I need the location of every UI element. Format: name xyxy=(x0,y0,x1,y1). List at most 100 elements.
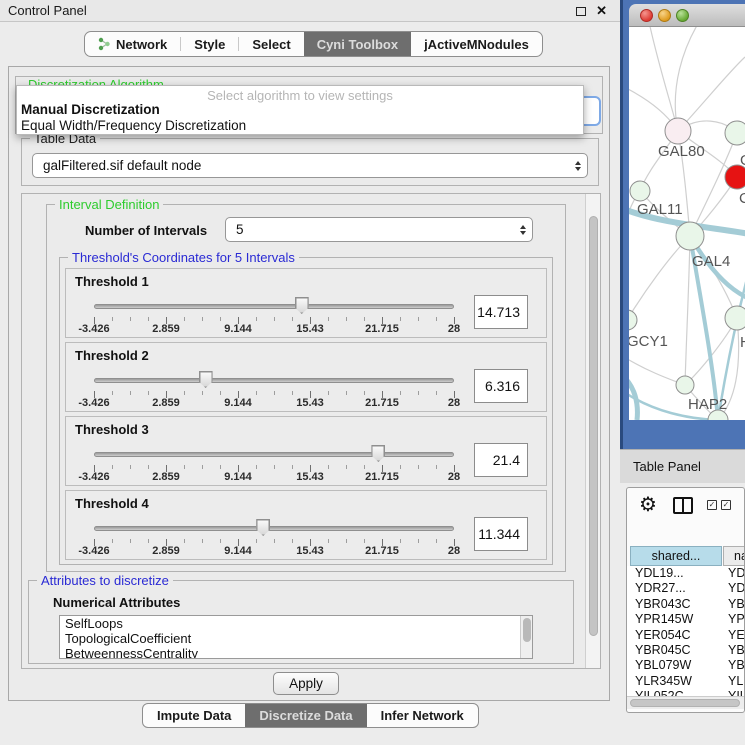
table-horizontal-scrollbar[interactable] xyxy=(627,696,745,709)
threshold-4-slider[interactable] xyxy=(94,517,454,539)
node-hap2 xyxy=(676,376,694,394)
threshold-2-slider[interactable] xyxy=(94,369,454,391)
tab-impute-data[interactable]: Impute Data xyxy=(143,704,245,727)
table-row[interactable]: YDR27...YDR2 xyxy=(627,581,745,596)
tick-label: -3.426 xyxy=(78,471,109,483)
numerical-attributes-list[interactable]: SelfLoops TopologicalCoefficient Between… xyxy=(59,615,533,659)
columns-view-icon[interactable] xyxy=(673,497,693,514)
threshold-3-box: Threshold 3 -3.426 2.859 9.144 15.43 xyxy=(65,416,547,486)
table-row[interactable]: YBL079WYBL0 xyxy=(627,658,745,673)
float-window-icon[interactable] xyxy=(576,7,586,16)
tab-select[interactable]: Select xyxy=(239,32,303,56)
table-row[interactable]: YBR043CYBR0 xyxy=(627,597,745,612)
slider-track[interactable] xyxy=(94,304,454,309)
tick-label: 9.144 xyxy=(224,471,252,483)
table-scrollbar-thumb[interactable] xyxy=(630,699,740,707)
tick-label: -3.426 xyxy=(78,323,109,335)
minimize-traffic-light-icon[interactable] xyxy=(658,9,671,22)
table-panel-title: Table Panel xyxy=(633,459,701,474)
threshold-1-slider[interactable] xyxy=(94,295,454,317)
number-of-intervals-combobox[interactable]: 5 xyxy=(225,217,533,242)
threshold-2-box: Threshold 2 -3.426 2.859 9.144 15.43 xyxy=(65,342,547,412)
settings-scrollbar[interactable] xyxy=(585,194,600,668)
tick-label: 15.43 xyxy=(296,323,324,335)
node-right-mid xyxy=(725,306,745,330)
control-panel-title: Control Panel xyxy=(8,3,87,18)
slider-track[interactable] xyxy=(94,378,454,383)
table-rows: YDL19...YDL1 YDR27...YDR2 YBR043CYBR0 YP… xyxy=(627,566,745,696)
tick-label: 2.859 xyxy=(152,545,180,557)
list-item[interactable]: BetweennessCentrality xyxy=(60,646,532,659)
apply-button[interactable]: Apply xyxy=(273,672,339,695)
table-data-combobox[interactable]: galFiltered.sif default node xyxy=(32,153,588,178)
slider-thumb[interactable] xyxy=(199,371,213,388)
tick-label: 28 xyxy=(448,323,460,335)
tab-label: Network xyxy=(116,37,167,52)
tick-label: -3.426 xyxy=(78,397,109,409)
tab-style[interactable]: Style xyxy=(181,32,238,56)
control-panel: Control Panel ✕ Network Style xyxy=(0,0,620,745)
tick-label: 21.715 xyxy=(365,397,399,409)
bottom-tabbar: Impute Data Discretize Data Infer Networ… xyxy=(142,703,479,728)
tab-label: Style xyxy=(194,37,225,52)
threshold-3-label: Threshold 3 xyxy=(75,422,149,437)
threshold-2-value-field[interactable]: 6.316 xyxy=(474,369,528,403)
zoom-traffic-light-icon[interactable] xyxy=(676,9,689,22)
network-graph xyxy=(629,27,745,420)
table-row[interactable]: YLR345WYLR3 xyxy=(627,674,745,689)
node-label-gcy1: GCY1 xyxy=(629,333,668,350)
slider-thumb[interactable] xyxy=(295,297,309,314)
slider-track[interactable] xyxy=(94,452,454,457)
tab-network[interactable]: Network xyxy=(85,32,180,56)
list-item[interactable]: SelfLoops xyxy=(60,616,532,631)
threshold-1-value-field[interactable]: 14.713 xyxy=(474,295,528,329)
threshold-4-label: Threshold 4 xyxy=(75,496,149,511)
network-icon xyxy=(98,37,111,51)
list-scrollbar[interactable] xyxy=(520,616,532,658)
tick-label: 28 xyxy=(448,471,460,483)
algorithm-option-manual-discretization[interactable]: Manual Discretization xyxy=(17,102,583,118)
tab-discretize-data[interactable]: Discretize Data xyxy=(245,704,366,727)
node-label-partial: GA xyxy=(740,152,745,169)
tab-infer-network[interactable]: Infer Network xyxy=(367,704,478,727)
slider-thumb[interactable] xyxy=(371,445,385,462)
node-label-gal4: GAL4 xyxy=(692,253,730,270)
number-of-intervals-value: 5 xyxy=(226,222,514,237)
slider-track[interactable] xyxy=(94,526,454,531)
spinner-arrows-icon xyxy=(514,225,532,235)
threshold-3-slider[interactable] xyxy=(94,443,454,465)
checkbox-icon[interactable]: ✓ xyxy=(721,500,731,510)
threshold-4-value-field[interactable]: 11.344 xyxy=(474,517,528,551)
node-label-partial: H xyxy=(740,334,745,351)
threshold-3-value-field[interactable]: 21.4 xyxy=(474,443,528,477)
network-window-titlebar[interactable] xyxy=(629,4,745,27)
table-row[interactable]: YER054CYER0 xyxy=(627,628,745,643)
algorithm-option-equal-width-frequency[interactable]: Equal Width/Frequency Discretization xyxy=(17,118,583,134)
table-row[interactable]: YPR145WYPR1 xyxy=(627,612,745,627)
tab-jactivemnodules[interactable]: jActiveMNodules xyxy=(411,32,542,56)
settings-scrollbar-thumb[interactable] xyxy=(589,216,598,636)
node-gcy1 xyxy=(629,310,637,330)
list-item[interactable]: TopologicalCoefficient xyxy=(60,631,532,646)
tab-label: Discretize Data xyxy=(259,708,352,723)
table-row[interactable]: YBR045CYBR0 xyxy=(627,643,745,658)
node-gal4 xyxy=(676,222,704,250)
checkbox-icon[interactable]: ✓ xyxy=(707,500,717,510)
tab-label: Impute Data xyxy=(157,708,231,723)
tick-label: 15.43 xyxy=(296,545,324,557)
tick-label: 28 xyxy=(448,545,460,557)
close-traffic-light-icon[interactable] xyxy=(640,9,653,22)
tab-cyni-toolbox[interactable]: Cyni Toolbox xyxy=(304,32,411,56)
list-scrollbar-thumb[interactable] xyxy=(523,618,531,642)
column-header-shared-name[interactable]: shared... xyxy=(630,546,722,566)
table-row[interactable]: YDL19...YDL1 xyxy=(627,566,745,581)
slider-thumb[interactable] xyxy=(256,519,270,536)
numerical-attributes-label: Numerical Attributes xyxy=(53,595,180,610)
close-icon[interactable]: ✕ xyxy=(596,3,607,19)
column-header-name[interactable]: na xyxy=(723,546,745,566)
network-canvas[interactable]: GAL80 GA C GAL11 GAL4 GCY1 H HAP2 xyxy=(629,27,745,420)
tick-label: 2.859 xyxy=(152,471,180,483)
gear-icon[interactable]: ⚙ xyxy=(639,492,657,517)
tab-label: jActiveMNodules xyxy=(424,37,529,52)
interval-definition-group: Interval Definition Number of Intervals … xyxy=(46,204,566,572)
